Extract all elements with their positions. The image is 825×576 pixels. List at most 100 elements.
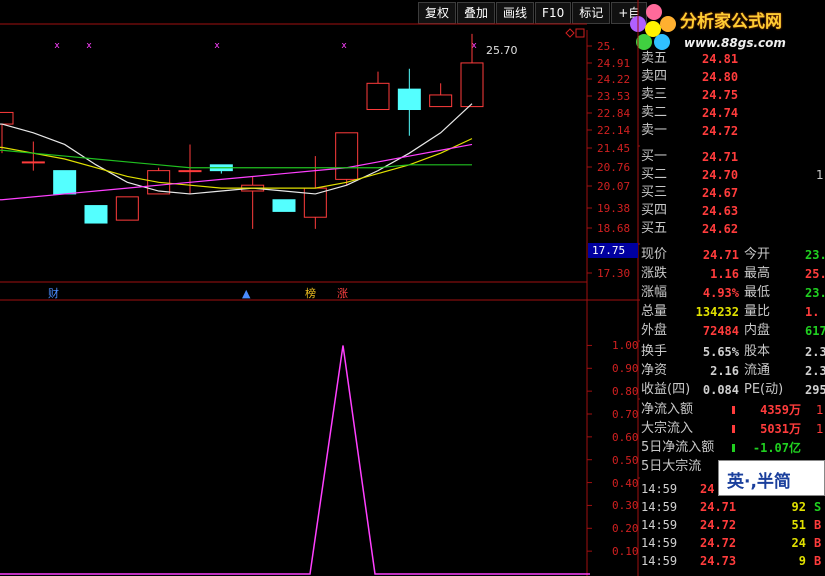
finance-label: 收益(四) <box>641 382 691 397</box>
quote-row: 涨跌 1.16 最高 25. <box>640 265 825 283</box>
event-marker-1[interactable]: ▲ <box>242 288 250 300</box>
ask-row[interactable]: 卖二 24.74 <box>640 104 825 122</box>
kline-chart[interactable]: xxxxx <box>0 0 640 576</box>
event-marker-3[interactable]: 涨 <box>337 288 348 300</box>
ask-label: 卖一 <box>641 123 668 138</box>
quote-value: 72484 <box>702 324 739 338</box>
candle[interactable] <box>115 196 139 221</box>
quote-label: 涨幅 <box>641 285 668 300</box>
ask-row[interactable]: 卖五 24.81 <box>640 50 825 68</box>
tick-row[interactable]: 14:59 24.72 51 B <box>640 516 825 534</box>
price-tick: 22.84 <box>597 107 631 120</box>
price-tick: 21.45 <box>597 142 631 155</box>
ask-label: 卖二 <box>641 105 668 120</box>
bid-row[interactable]: 买五 24.62 <box>640 220 825 238</box>
flow-bar <box>732 444 735 452</box>
quote-label: 总量 <box>641 304 668 319</box>
candle[interactable] <box>178 170 202 173</box>
top-mark-0: x <box>54 41 60 51</box>
quote-label-2: 量比 <box>744 304 771 319</box>
finance-row: 净资 2.16 流通 2.37 <box>640 362 825 380</box>
ask-row[interactable]: 卖四 24.80 <box>640 68 825 86</box>
tick-time: 14:59 <box>641 500 678 514</box>
price-tick: 20.76 <box>597 161 631 174</box>
price-tick: 25. <box>597 40 617 53</box>
finance-label: 净资 <box>641 363 668 378</box>
tick-time: 14:59 <box>641 518 678 532</box>
logo-title: 分析家公式网 <box>680 12 782 32</box>
quote-label-2: 今开 <box>744 247 771 262</box>
quote-label-2: 最低 <box>744 285 771 300</box>
finance-value: 0.084 <box>702 383 739 397</box>
indicator-tick: 0.90 <box>612 362 639 376</box>
tick-time: 14:59 <box>641 554 678 568</box>
quote-label: 涨跌 <box>641 266 668 281</box>
finance-value-2: 2.37 <box>805 345 825 359</box>
tick-volume: 24 <box>791 536 806 550</box>
top-mark-3: x <box>341 41 347 51</box>
bid-label: 买四 <box>641 203 668 218</box>
ask-price: 24.81 <box>702 52 739 66</box>
candle[interactable] <box>366 82 390 111</box>
finance-value-2: 2.37 <box>805 364 825 378</box>
quote-row: 涨幅 4.93% 最低 23. <box>640 284 825 302</box>
finance-label-2: 股本 <box>744 344 771 359</box>
ime-status-bar[interactable]: 英·,半简 <box>718 460 825 496</box>
bid-row[interactable]: 买二 24.70 1 <box>640 166 825 184</box>
finance-label-2: 流通 <box>744 363 771 378</box>
tick-price: 24.71 <box>700 500 737 514</box>
tick-volume: 51 <box>791 518 806 532</box>
price-tick: 23.53 <box>597 90 631 103</box>
quote-value: 4.93% <box>702 286 739 300</box>
tick-row[interactable]: 14:59 24.72 24 B <box>640 534 825 552</box>
indicator-tick: 0.30 <box>612 499 639 513</box>
flow-row: 5日净流入额 -1.07亿 <box>640 439 825 457</box>
flow-value: 5031万 <box>760 422 801 436</box>
bid-label: 买三 <box>641 185 668 200</box>
candle[interactable] <box>335 132 359 180</box>
current-price-box: 17.75 <box>588 243 638 258</box>
tick-row[interactable]: 14:59 24.71 92 S <box>640 498 825 516</box>
bid-row[interactable]: 买一 24.71 <box>640 148 825 166</box>
bid-price: 24.70 <box>702 168 739 182</box>
tick-row[interactable]: 14:59 24.73 9 B <box>640 552 825 570</box>
event-marker-0[interactable]: 财 <box>48 288 59 300</box>
candle[interactable] <box>460 62 484 108</box>
indicator-tick: 1.00 <box>612 339 639 353</box>
finance-label-2: PE(动) <box>744 382 784 397</box>
price-tick: 19.38 <box>597 202 631 215</box>
quote-row: 现价 24.71 今开 23. <box>640 246 825 264</box>
bid-row[interactable]: 买三 24.67 <box>640 184 825 202</box>
candle[interactable] <box>303 187 327 218</box>
tick-direction: B <box>814 518 822 532</box>
bid-price: 24.67 <box>702 186 739 200</box>
candle[interactable] <box>84 205 108 224</box>
high-price-marker: 25.70 <box>486 44 518 57</box>
candle[interactable] <box>53 170 77 195</box>
flow-label: 5日净流入额 <box>641 440 715 455</box>
tick-price: 24.72 <box>700 536 737 550</box>
flow-extra: 1 <box>816 422 824 436</box>
finance-value: 2.16 <box>710 364 739 378</box>
indicator-tick: 0.40 <box>612 476 639 490</box>
candle[interactable] <box>429 94 453 108</box>
finance-value-2: 295 <box>805 383 825 397</box>
candle[interactable] <box>397 88 421 111</box>
bid-row[interactable]: 买四 24.63 <box>640 202 825 220</box>
ask-row[interactable]: 卖一 24.72 <box>640 122 825 140</box>
bid-label: 买五 <box>641 221 668 236</box>
top-mark-1: x <box>86 41 92 51</box>
ask-row[interactable]: 卖三 24.75 <box>640 86 825 104</box>
candle[interactable] <box>272 199 296 212</box>
quote-row: 外盘 72484 内盘 617 <box>640 322 825 340</box>
tick-time: 14:59 <box>641 536 678 550</box>
tick-volume: 9 <box>798 554 806 568</box>
candle[interactable] <box>0 111 14 125</box>
indicator-tick: 0.50 <box>612 453 639 467</box>
event-marker-2[interactable]: 榜 <box>305 288 316 300</box>
square-icon[interactable] <box>575 28 585 38</box>
diamond-icon[interactable] <box>565 28 575 38</box>
candle[interactable] <box>21 161 45 164</box>
quote-value: 24.71 <box>702 248 739 262</box>
quote-value-2: 25. <box>805 267 825 281</box>
